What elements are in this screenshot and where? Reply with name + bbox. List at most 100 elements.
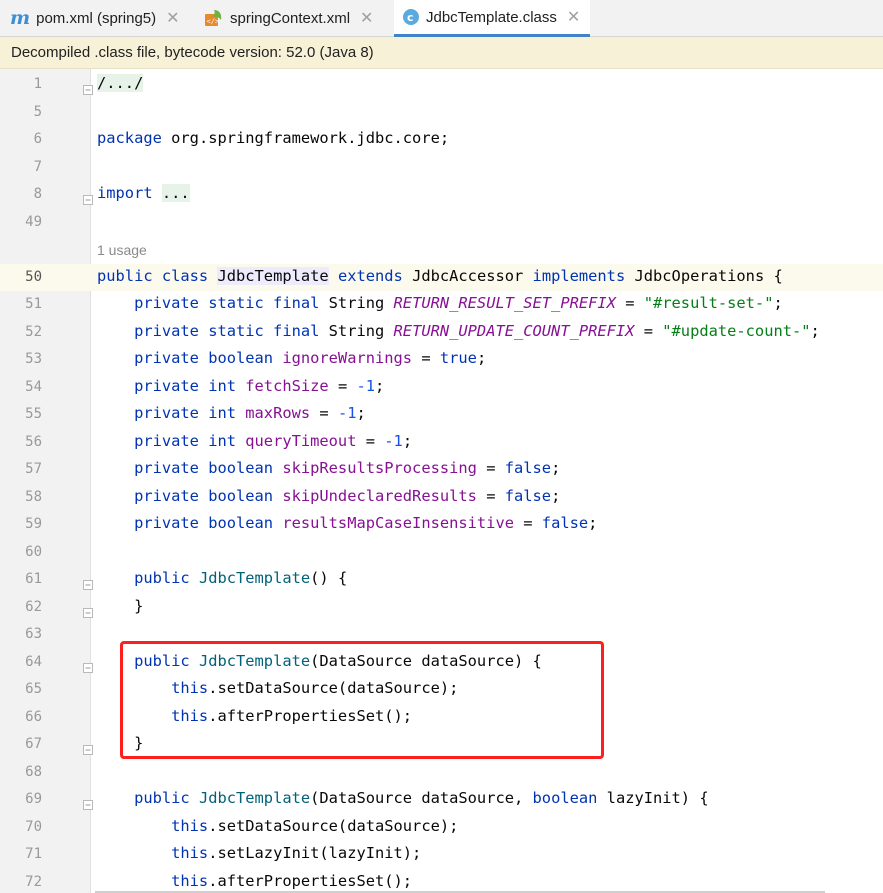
code-token: =	[412, 349, 440, 367]
code-token: private boolean	[97, 459, 283, 477]
code-token: -1	[384, 431, 403, 450]
code-token: JdbcTemplate	[198, 789, 311, 807]
line-number: 6	[33, 131, 42, 147]
code-token: ignoreWarnings	[282, 349, 413, 367]
code-line[interactable]: private boolean ignoreWarnings = true;	[97, 349, 486, 367]
line-number: 63	[25, 626, 42, 642]
code-line[interactable]: private int maxRows = -1;	[97, 404, 366, 422]
tab-pom-xml[interactable]: m pom.xml (spring5) ✕	[10, 0, 180, 36]
code-token: private boolean	[97, 486, 283, 505]
tab-label: pom.xml (spring5)	[36, 9, 157, 27]
code-line[interactable]: public class JdbcTemplate extends JdbcAc…	[97, 266, 783, 285]
code-token: =	[476, 459, 505, 477]
code-token: lazyInit) {	[597, 789, 709, 807]
code-token: ...	[161, 184, 190, 202]
code-token: () {	[310, 569, 348, 587]
fold-toggle-icon[interactable]	[83, 80, 93, 95]
code-token: extends	[328, 266, 413, 285]
code-token: String	[328, 321, 394, 340]
code-token: private boolean	[97, 514, 283, 532]
code-token: ;	[476, 349, 487, 367]
tab-label: JdbcTemplate.class	[426, 8, 557, 26]
code-token: queryTimeout	[245, 431, 357, 450]
line-number: 49	[25, 213, 42, 230]
line-number: 54	[25, 378, 42, 395]
code-token: /.../	[97, 74, 144, 92]
line-number: 57	[25, 461, 42, 477]
code-line[interactable]: private boolean skipResultsProcessing = …	[97, 459, 560, 477]
code-token: ;	[810, 321, 820, 340]
code-token: JdbcOperations {	[634, 266, 783, 285]
code-editor[interactable]: 1/.../5 6 package org.springframework.jdbc…	[0, 69, 883, 893]
code-token: ;	[773, 294, 783, 312]
code-line[interactable]: private static final String RETURN_UPDAT…	[97, 322, 820, 340]
code-token: .setDataSource(dataSource);	[208, 816, 459, 835]
code-token: .afterPropertiesSet();	[208, 871, 413, 890]
code-line[interactable]: private int fetchSize = -1;	[97, 377, 384, 395]
code-line[interactable]: private int queryTimeout = -1;	[97, 432, 412, 450]
code-token: private int	[97, 431, 246, 450]
line-number: 53	[25, 351, 42, 367]
code-token: "#update-count-"	[662, 321, 811, 340]
line-number: 8	[33, 186, 42, 202]
code-line[interactable]: this.setLazyInit(lazyInit);	[97, 844, 421, 862]
code-token: .setLazyInit(lazyInit);	[208, 844, 422, 862]
code-token: private boolean	[97, 349, 283, 367]
code-line[interactable]: import ...	[97, 184, 190, 202]
code-token: "#result-set-"	[643, 294, 774, 312]
fold-toggle-icon[interactable]	[83, 795, 93, 810]
spring-xml-icon: </>	[204, 8, 224, 28]
code-token: }	[97, 596, 144, 615]
code-token: ;	[356, 404, 366, 422]
code-token: =	[310, 404, 338, 422]
highlight-annotation-box	[120, 641, 604, 759]
code-token: import	[97, 184, 153, 202]
code-line[interactable]: /.../	[97, 74, 144, 92]
code-line[interactable]: public JdbcTemplate() {	[97, 569, 347, 587]
line-number: 64	[25, 653, 42, 670]
code-line[interactable]: }	[97, 597, 143, 615]
tab-spring-context-xml[interactable]: </> springContext.xml ✕	[204, 0, 373, 36]
close-icon[interactable]: ✕	[567, 7, 580, 27]
code-line[interactable]: this.afterPropertiesSet();	[97, 872, 412, 890]
code-token: fetchSize	[245, 376, 329, 395]
code-token: =	[328, 376, 357, 395]
fold-toggle-icon[interactable]	[83, 658, 93, 673]
fold-toggle-icon[interactable]	[83, 740, 93, 755]
line-number: 60	[25, 543, 42, 560]
code-token: JdbcTemplate	[198, 569, 311, 587]
code-line[interactable]: public JdbcTemplate(DataSource dataSourc…	[97, 789, 709, 807]
code-token: false	[504, 486, 552, 505]
close-icon[interactable]: ✕	[360, 8, 373, 28]
code-token: =	[513, 514, 542, 532]
code-token: String	[328, 294, 394, 312]
class-icon: c	[402, 8, 420, 26]
editor-tab-bar: m pom.xml (spring5) ✕ </> springContext.…	[0, 0, 883, 37]
code-token: skipUndeclaredResults	[282, 486, 477, 505]
code-line[interactable]: private boolean resultsMapCaseInsensitiv…	[97, 514, 597, 532]
code-line[interactable]: private static final String RETURN_RESUL…	[97, 294, 783, 312]
line-number: 7	[33, 158, 42, 175]
code-token: implements	[523, 266, 635, 285]
line-number: 71	[25, 846, 42, 862]
code-token: -1	[356, 376, 376, 395]
code-line[interactable]: private boolean skipUndeclaredResults = …	[97, 487, 560, 505]
line-number: 66	[25, 708, 42, 725]
line-number: 67	[25, 736, 42, 752]
code-token: boolean	[532, 789, 598, 807]
line-number: 55	[25, 406, 42, 422]
fold-toggle-icon[interactable]	[83, 190, 93, 205]
fold-toggle-icon[interactable]	[83, 603, 93, 618]
code-token: public	[97, 569, 199, 587]
fold-toggle-icon[interactable]	[83, 575, 93, 590]
tab-jdbctemplate-class[interactable]: c JdbcTemplate.class ✕	[394, 0, 591, 37]
code-line[interactable]: package org.springframework.jdbc.core;	[97, 129, 449, 147]
usage-hint[interactable]: 1 usage	[97, 242, 147, 258]
line-number: 51	[25, 296, 42, 312]
code-line[interactable]: this.setDataSource(dataSource);	[97, 817, 458, 835]
code-token: this	[97, 871, 209, 890]
close-icon[interactable]: ✕	[166, 8, 179, 28]
code-token: this	[97, 844, 209, 862]
code-token: =	[476, 486, 505, 505]
